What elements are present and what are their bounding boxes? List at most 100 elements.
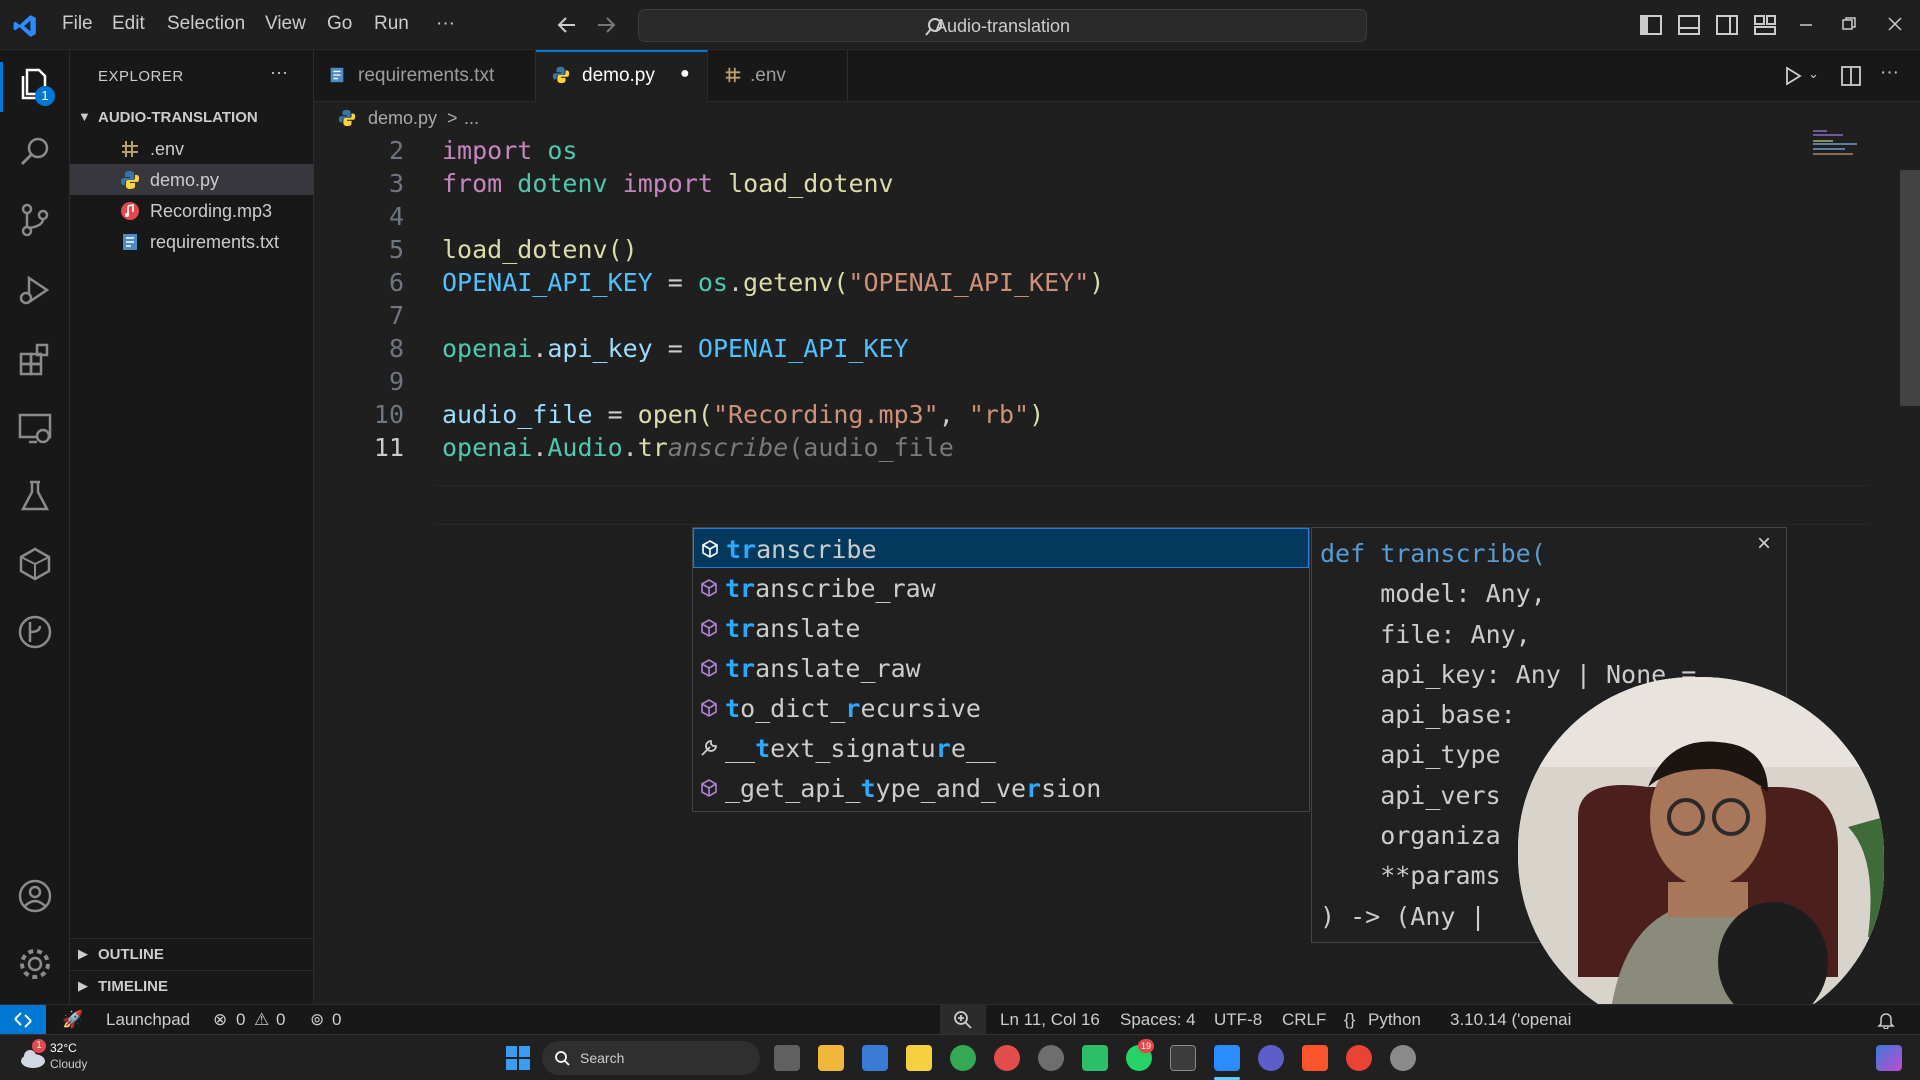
ports-count[interactable]: 0 <box>332 1010 341 1030</box>
windows-start-icon[interactable] <box>505 1045 531 1071</box>
text-file-icon <box>330 67 344 83</box>
suggestion-item[interactable]: _get_api_type_and_version <box>693 768 1309 808</box>
extensions-button[interactable] <box>15 340 55 380</box>
suggestion-item[interactable]: to_dict_recursive <box>693 688 1309 728</box>
error-count[interactable]: 0 <box>236 1010 245 1030</box>
split-editor-icon[interactable] <box>1840 65 1862 87</box>
warning-count[interactable]: 0 <box>276 1010 285 1030</box>
tab-requirements-txt[interactable]: requirements.txt <box>314 50 536 102</box>
outline-section[interactable]: ▶ OUTLINE <box>70 938 314 968</box>
tab-demo-py[interactable]: demo.py ● <box>536 50 708 102</box>
menu-selection[interactable]: Selection <box>167 13 245 35</box>
suggestion-item[interactable]: transcribe_raw <box>693 568 1309 608</box>
sticky-notes-icon[interactable] <box>906 1045 932 1071</box>
app-icon-purple[interactable] <box>1258 1045 1284 1071</box>
sidebar-more-button[interactable]: ··· <box>270 62 288 83</box>
store-icon[interactable] <box>862 1045 888 1071</box>
zoom-icon <box>954 1011 972 1029</box>
menu-file[interactable]: File <box>62 13 93 35</box>
menu-more[interactable]: ··· <box>436 13 455 35</box>
file-explorer-icon[interactable] <box>818 1045 844 1071</box>
indentation[interactable]: Spaces: 4 <box>1120 1010 1196 1030</box>
app-icon-red[interactable] <box>994 1045 1020 1071</box>
suggestion-item[interactable]: __text_signature__ <box>693 728 1309 768</box>
menu-view[interactable]: View <box>265 13 306 35</box>
copilot-icon[interactable] <box>1876 1045 1902 1071</box>
docker-button[interactable] <box>15 544 55 584</box>
breadcrumb-file[interactable]: demo.py <box>368 108 437 129</box>
arrow-left-icon[interactable] <box>555 14 579 36</box>
search-view-button[interactable] <box>15 132 55 172</box>
brave-icon[interactable] <box>1302 1045 1328 1071</box>
file-demo-py[interactable]: demo.py <box>70 164 314 195</box>
env-file-icon <box>725 67 741 83</box>
python-file-icon <box>338 109 356 127</box>
play-icon[interactable] <box>1082 1045 1108 1071</box>
testing-button[interactable] <box>15 476 55 516</box>
project-folder[interactable]: ▼ AUDIO-TRANSLATION <box>70 102 314 133</box>
launchpad-button[interactable]: Launchpad <box>106 1010 190 1030</box>
vscode-taskbar-icon[interactable] <box>1214 1045 1240 1071</box>
run-debug-button[interactable] <box>15 270 55 310</box>
weather-widget[interactable]: 1 <box>18 1039 48 1071</box>
zoom-indicator[interactable] <box>940 1005 986 1034</box>
command-center-search[interactable]: Audio-translation <box>638 9 1367 42</box>
method-icon <box>702 540 718 558</box>
customize-layout-icon[interactable] <box>1754 14 1776 36</box>
status-bar: 🚀 Launchpad ⊗ 0 ⚠ 0 ⊚ 0 Ln 11, Col 16 Sp… <box>0 1004 1920 1034</box>
toggle-secondary-sidebar-icon[interactable] <box>1716 14 1738 36</box>
manage-button[interactable] <box>15 944 55 984</box>
explorer-button[interactable]: 1 <box>15 64 55 106</box>
arrow-right-icon[interactable] <box>594 14 618 36</box>
close-window-icon[interactable] <box>1888 17 1902 31</box>
toggle-sidebar-icon[interactable] <box>1640 14 1662 36</box>
git-graph-button[interactable] <box>15 612 55 652</box>
chevron-down-icon[interactable]: ⌄ <box>1808 66 1819 82</box>
file-requirements-txt[interactable]: requirements.txt <box>70 226 314 257</box>
minimap[interactable] <box>1813 130 1863 160</box>
whatsapp-icon[interactable]: 19 <box>1126 1039 1154 1071</box>
cursor-position[interactable]: Ln 11, Col 16 <box>1000 1010 1100 1030</box>
gear-icon <box>20 949 50 979</box>
encoding[interactable]: UTF-8 <box>1214 1010 1262 1030</box>
audio-file-icon <box>121 202 139 220</box>
task-view-icon[interactable] <box>774 1045 800 1071</box>
line-ending[interactable]: CRLF <box>1282 1010 1326 1030</box>
python-interpreter[interactable]: 3.10.14 ('openai <box>1450 1010 1571 1030</box>
run-python-icon[interactable] <box>1783 66 1803 86</box>
timeline-label: TIMELINE <box>98 978 168 995</box>
menu-run[interactable]: Run <box>374 13 409 35</box>
modified-dot[interactable]: ● <box>680 65 690 83</box>
remote-explorer-button[interactable] <box>15 408 55 448</box>
file-recording-mp3[interactable]: Recording.mp3 <box>70 195 314 226</box>
suggestion-item[interactable]: translate_raw <box>693 648 1309 688</box>
settings-sun-icon[interactable] <box>1038 1045 1064 1071</box>
taskbar-search[interactable]: Search <box>542 1041 760 1075</box>
close-details-button[interactable]: × <box>1757 530 1771 558</box>
chrome-alt-icon[interactable] <box>1346 1045 1372 1071</box>
toggle-panel-icon[interactable] <box>1678 14 1700 36</box>
breadcrumb-symbols[interactable]: ... <box>464 108 479 129</box>
chevron-right-icon: ▶ <box>78 978 88 993</box>
menu-go[interactable]: Go <box>327 13 352 35</box>
remote-indicator[interactable] <box>0 1005 46 1034</box>
gear-icon[interactable] <box>1390 1045 1416 1071</box>
bell-icon[interactable] <box>1877 1011 1895 1029</box>
language-mode[interactable]: Python <box>1368 1010 1421 1030</box>
tab-env[interactable]: .env <box>708 50 848 102</box>
minimize-icon[interactable] <box>1798 20 1814 30</box>
terminal-icon[interactable] <box>1170 1045 1196 1071</box>
code-line-3: from dotenv import load_dotenv <box>442 169 894 198</box>
menu-edit[interactable]: Edit <box>112 13 145 35</box>
file-env[interactable]: .env <box>70 133 314 164</box>
suggestion-item[interactable]: transcribe <box>693 528 1309 568</box>
editor-more-actions[interactable]: ··· <box>1880 62 1899 84</box>
timeline-section[interactable]: ▶ TIMELINE <box>70 970 314 1000</box>
restore-icon[interactable] <box>1842 17 1856 31</box>
chrome-icon[interactable] <box>950 1045 976 1071</box>
file-label: Recording.mp3 <box>150 201 273 221</box>
vertical-scrollbar[interactable] <box>1900 170 1920 406</box>
source-control-button[interactable] <box>15 200 55 240</box>
suggestion-item[interactable]: translate <box>693 608 1309 648</box>
account-button[interactable] <box>15 876 55 916</box>
